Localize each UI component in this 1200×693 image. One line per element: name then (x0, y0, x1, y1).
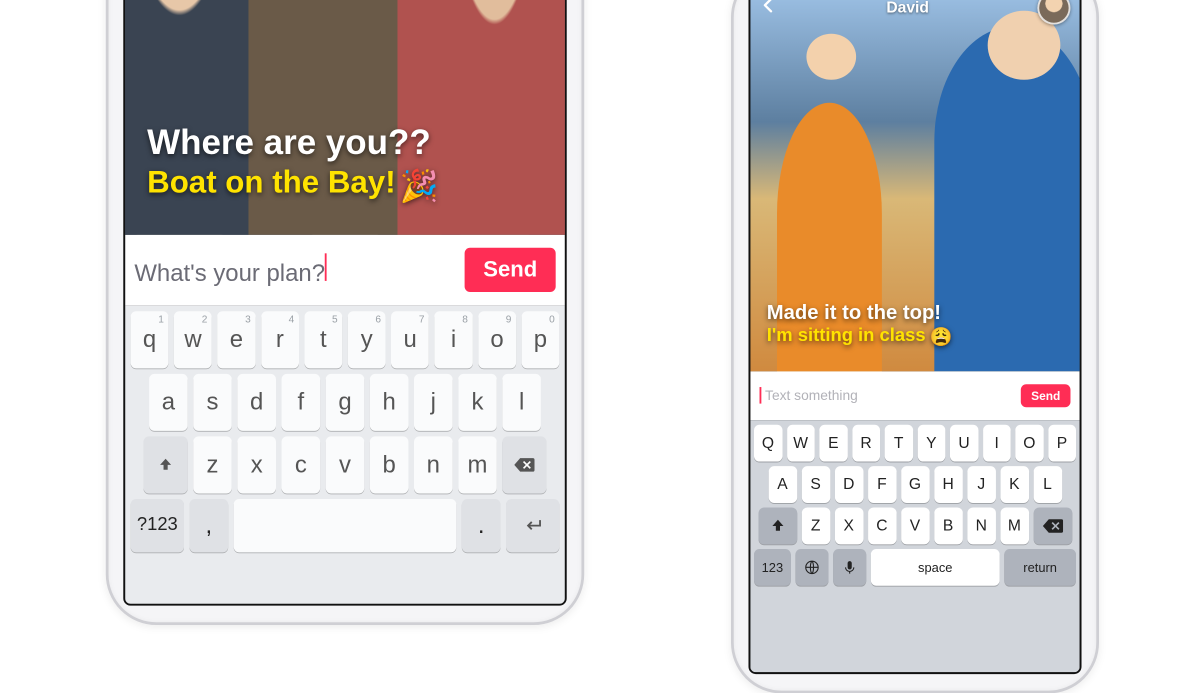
key-G[interactable]: G (901, 466, 930, 503)
message-input-bar: What's your plan? Send (125, 235, 565, 305)
key-E[interactable]: E (819, 425, 847, 462)
key-l[interactable]: l (502, 373, 541, 430)
key-o[interactable]: o9 (478, 311, 516, 368)
incoming-message: Made it to the top! (767, 300, 1063, 324)
keyboard: q1w2e3r4t5y6u7i8o9p0 asdfghjkl zxcvbnm ?… (125, 305, 565, 603)
key-r[interactable]: r4 (261, 311, 299, 368)
outgoing-message: I'm sitting in class (767, 325, 926, 346)
key-c[interactable]: c (282, 436, 321, 493)
key-123[interactable]: 123 (754, 549, 791, 586)
key-t[interactable]: t5 (304, 311, 342, 368)
avatar[interactable] (1037, 0, 1070, 25)
key-Y[interactable]: Y (917, 425, 945, 462)
phone-right: David Made it to the top! I'm sitting in… (731, 0, 1099, 693)
key-p[interactable]: p0 (521, 311, 559, 368)
key-y[interactable]: y6 (348, 311, 386, 368)
chat-overlay-messages: Made it to the top! I'm sitting in class… (767, 300, 1063, 348)
key-j[interactable]: j (414, 373, 453, 430)
key-mod enter[interactable] (506, 499, 559, 552)
key-Z[interactable]: Z (801, 508, 830, 545)
chat-background-photo: David Made it to the top! I'm sitting in… (750, 0, 1079, 371)
key-space[interactable] (234, 499, 457, 552)
key-R[interactable]: R (852, 425, 880, 462)
key-T[interactable]: T (885, 425, 913, 462)
key-k[interactable]: k (458, 373, 497, 430)
key-mod wide shift[interactable] (144, 436, 188, 493)
key-P[interactable]: P (1048, 425, 1076, 462)
key-S[interactable]: S (801, 466, 830, 503)
key-M[interactable]: M (1000, 508, 1029, 545)
key-n[interactable]: n (414, 436, 453, 493)
key-z[interactable]: z (193, 436, 232, 493)
key-g[interactable]: g (326, 373, 365, 430)
key-mod mic[interactable] (833, 549, 866, 586)
key-U[interactable]: U (950, 425, 978, 462)
key-F[interactable]: F (868, 466, 897, 503)
key-space[interactable]: space (871, 549, 1000, 586)
key-w[interactable]: w2 (174, 311, 212, 368)
key-h[interactable]: h (370, 373, 409, 430)
key-x[interactable]: x (237, 436, 276, 493)
key-d[interactable]: d (237, 373, 276, 430)
key-e[interactable]: e3 (217, 311, 255, 368)
message-input-bar: Text something Send (750, 371, 1079, 420)
key-I[interactable]: I (983, 425, 1011, 462)
key-s[interactable]: s (193, 373, 232, 430)
key-f[interactable]: f (282, 373, 321, 430)
key-V[interactable]: V (901, 508, 930, 545)
message-input[interactable]: Text something (765, 388, 1021, 404)
key-mod wide shift[interactable] (758, 508, 797, 545)
key-N[interactable]: N (967, 508, 996, 545)
key-J[interactable]: J (967, 466, 996, 503)
key-?123[interactable]: ?123 (131, 499, 184, 552)
key-O[interactable]: O (1015, 425, 1043, 462)
key-D[interactable]: D (835, 466, 864, 503)
key-v[interactable]: v (326, 436, 365, 493)
chat-topbar: David (750, 0, 1079, 28)
send-button[interactable]: Send (1021, 384, 1070, 407)
key-.[interactable]: . (462, 499, 501, 552)
key-u[interactable]: u7 (391, 311, 429, 368)
key-mod globe[interactable] (795, 549, 828, 586)
key-mod wide bksp[interactable] (1033, 508, 1072, 545)
keyboard: QWERTYUIOP ASDFGHJKL ZXCVBNM 123 spaceret… (750, 420, 1079, 672)
key-i[interactable]: i8 (435, 311, 473, 368)
chat-overlay-messages: Where are you?? Boat on the Bay! 🎉 (147, 124, 543, 205)
key-m[interactable]: m (458, 436, 497, 493)
key-C[interactable]: C (868, 508, 897, 545)
screen: David Made it to the top! I'm sitting in… (748, 0, 1081, 674)
key-W[interactable]: W (787, 425, 815, 462)
key-return[interactable]: return (1004, 549, 1076, 586)
key-X[interactable]: X (835, 508, 864, 545)
key-L[interactable]: L (1033, 466, 1062, 503)
weary-face-icon: 😩 (930, 327, 953, 347)
party-popper-icon: 🎉 (400, 169, 439, 204)
contact-name: David (886, 0, 929, 17)
key-,[interactable]: , (190, 499, 229, 552)
outgoing-message: Boat on the Bay! (147, 165, 396, 201)
key-H[interactable]: H (934, 466, 963, 503)
key-A[interactable]: A (768, 466, 797, 503)
chat-background-photo: Linds Where are you?? Boat on the Bay! 🎉 (125, 0, 565, 235)
send-button[interactable]: Send (465, 248, 556, 292)
incoming-message: Where are you?? (147, 124, 543, 164)
key-Q[interactable]: Q (754, 425, 782, 462)
key-q[interactable]: q1 (131, 311, 169, 368)
screen: Linds Where are you?? Boat on the Bay! 🎉… (123, 0, 566, 606)
key-b[interactable]: b (370, 436, 409, 493)
key-B[interactable]: B (934, 508, 963, 545)
key-a[interactable]: a (149, 373, 188, 430)
message-input[interactable]: What's your plan? (134, 253, 465, 287)
back-button[interactable] (760, 0, 778, 21)
key-K[interactable]: K (1000, 466, 1029, 503)
phone-left: Linds Where are you?? Boat on the Bay! 🎉… (106, 0, 584, 625)
key-mod wide bksp[interactable] (502, 436, 546, 493)
